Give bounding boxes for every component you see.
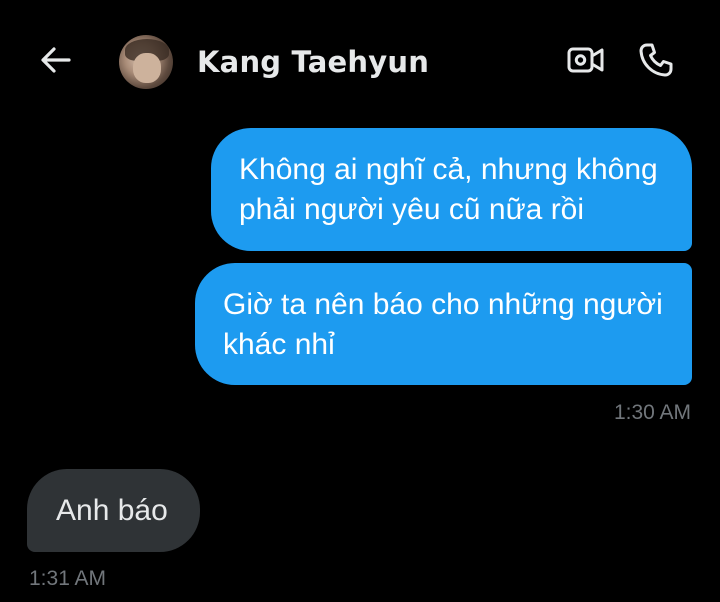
phone-icon <box>638 42 674 82</box>
outgoing-message-bubble[interactable]: Không ai nghĩ cả, nhưng không phải người… <box>211 128 692 251</box>
contact-name[interactable]: Kang Taehyun <box>197 40 429 84</box>
video-call-button[interactable] <box>564 40 608 84</box>
message-timestamp: 1:30 AM <box>613 401 691 424</box>
contact-avatar[interactable] <box>119 35 173 89</box>
voice-call-button[interactable] <box>634 40 678 84</box>
video-camera-icon <box>567 45 605 79</box>
message-timestamp: 1:31 AM <box>29 567 107 590</box>
back-button[interactable] <box>36 42 76 82</box>
conversation-header: Kang Taehyun <box>0 0 720 120</box>
arrow-left-icon <box>39 43 73 81</box>
incoming-message-bubble[interactable]: Anh báo <box>27 469 200 552</box>
outgoing-message-bubble[interactable]: Giờ ta nên báo cho những người khác nhỉ <box>195 263 692 385</box>
